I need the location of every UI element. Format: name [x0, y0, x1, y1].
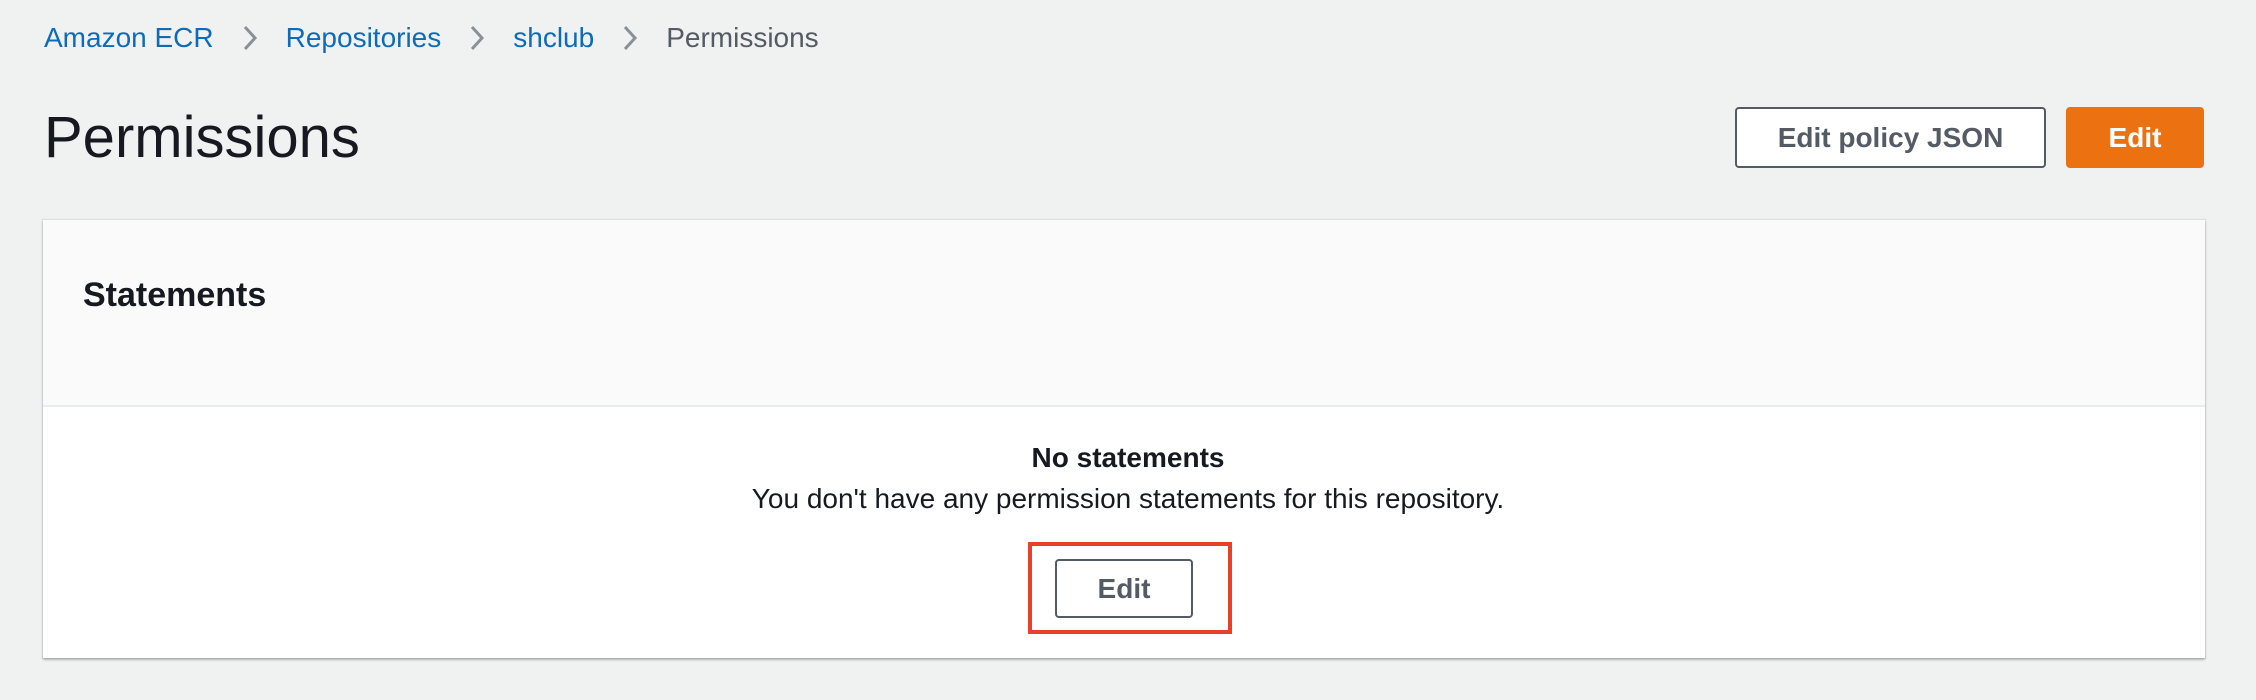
- page-title: Permissions: [44, 105, 360, 170]
- empty-state-heading: No statements: [1031, 442, 1225, 473]
- highlight-annotation: [1028, 542, 1232, 634]
- breadcrumb: Amazon ECR Repositories shclub Permissio…: [44, 18, 819, 58]
- chevron-right-icon: [594, 18, 666, 58]
- empty-state-description: You don't have any permission statements…: [751, 483, 1505, 514]
- breadcrumb-amazon-ecr[interactable]: Amazon ECR: [44, 22, 214, 54]
- edit-button[interactable]: Edit: [2066, 107, 2204, 168]
- breadcrumb-current-permissions: Permissions: [666, 22, 819, 53]
- chevron-right-icon: [441, 18, 513, 58]
- breadcrumb-shclub[interactable]: shclub: [513, 22, 594, 54]
- statements-panel-header: Statements: [43, 220, 2205, 407]
- statements-title: Statements: [83, 276, 267, 314]
- breadcrumb-repositories[interactable]: Repositories: [286, 22, 442, 54]
- edit-policy-json-button[interactable]: Edit policy JSON: [1735, 107, 2046, 168]
- chevron-right-icon: [214, 18, 286, 58]
